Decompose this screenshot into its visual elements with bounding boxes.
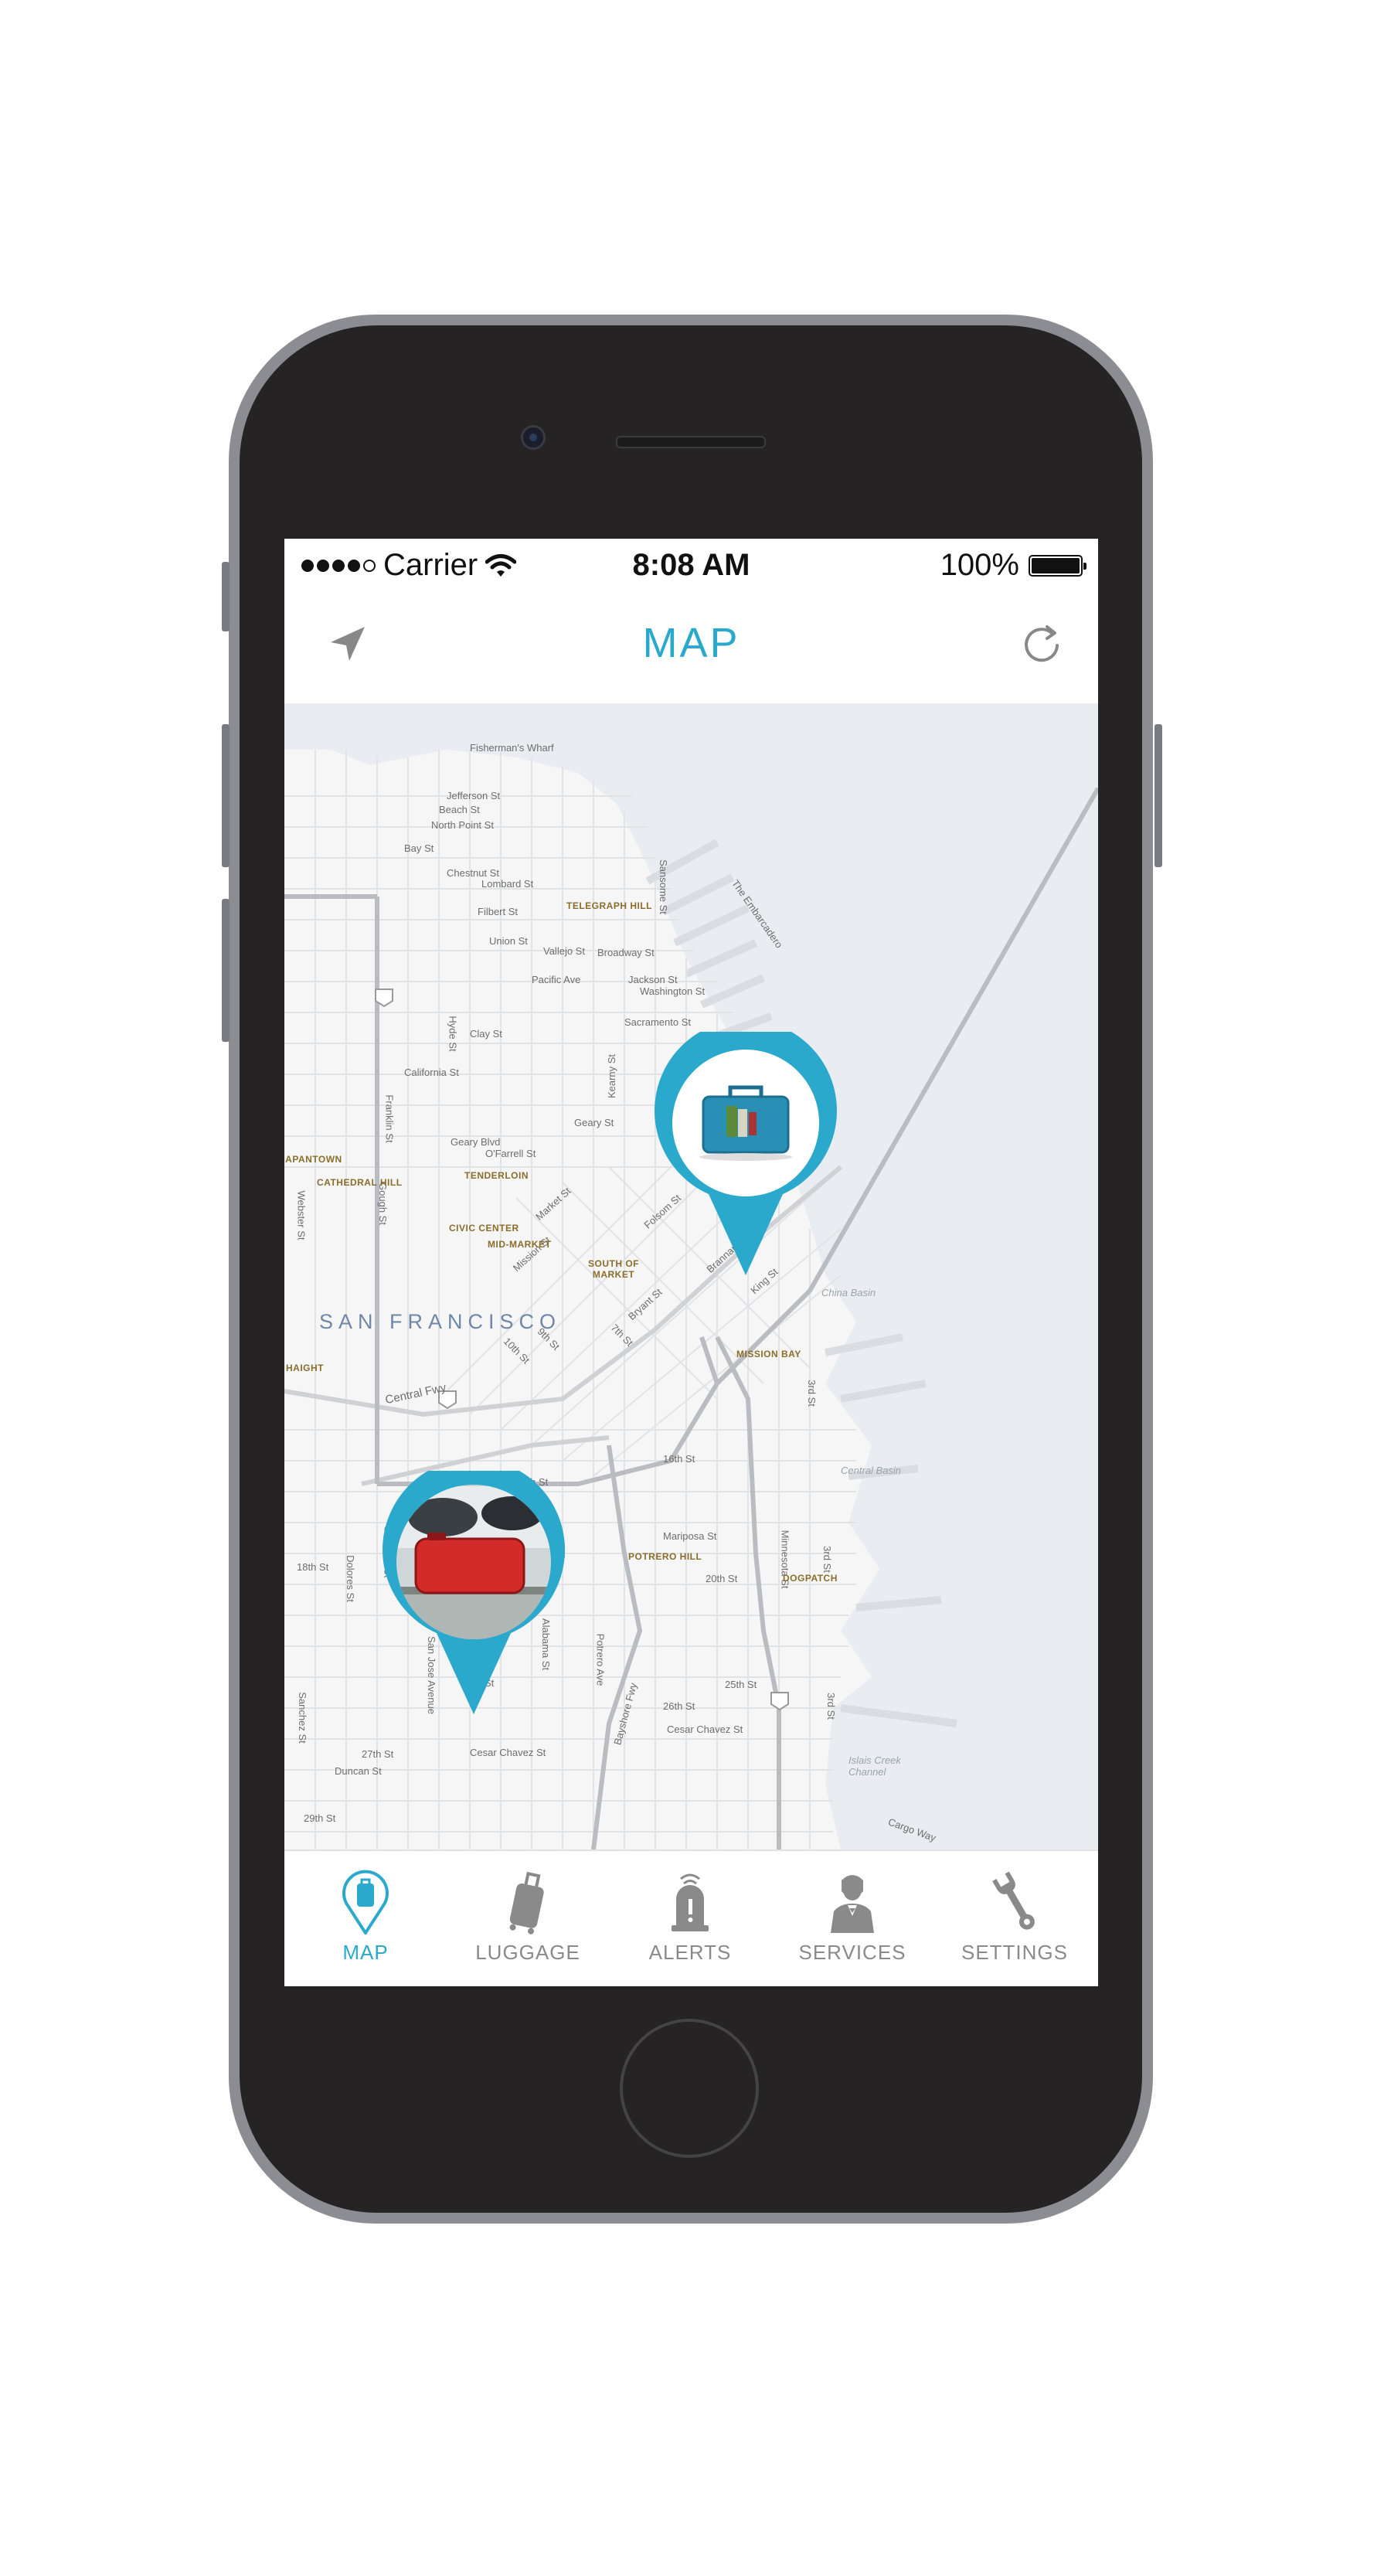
tab-services[interactable]: SERVICES (771, 1851, 933, 1986)
volume-down-button (222, 899, 230, 1042)
map-street-label: Central Basin (841, 1465, 902, 1476)
app-screen: Carrier 8:08 AM 100% MAP Fisherman's Wha… (284, 539, 1098, 1986)
map-district-label: SOUTH OF MARKET (588, 1258, 639, 1280)
map-district-label: JAPANTOWN (284, 1154, 342, 1165)
luggage-pin-red-suitcase[interactable] (381, 1471, 566, 1714)
map-street-label: Webster St (295, 1190, 308, 1240)
map-street-label: 26th St (663, 1700, 695, 1712)
map-street-label: 16th St (663, 1453, 695, 1465)
map-pin-luggage-icon (342, 1870, 389, 1935)
map-street-label: 20th St (706, 1573, 738, 1584)
luggage-pin-blue-suitcase[interactable] (653, 1032, 838, 1275)
map-street-label: Vallejo St (543, 945, 585, 957)
map-street-label: Sansome St (657, 859, 669, 914)
refresh-icon[interactable] (1018, 619, 1067, 669)
map-street-label: Geary St (574, 1117, 614, 1128)
tab-label: LUGGAGE (475, 1941, 580, 1964)
map-district-label: TELEGRAPH HILL (566, 900, 652, 911)
tab-luggage[interactable]: LUGGAGE (447, 1851, 609, 1986)
alert-bell-icon (672, 1873, 709, 1931)
map-street-label: 25th St (725, 1679, 757, 1690)
map-street-label: California St (404, 1067, 459, 1078)
power-button (1154, 724, 1162, 867)
tab-alerts[interactable]: ALERTS (609, 1851, 771, 1986)
luggage-icon (509, 1871, 544, 1935)
map-street-label: 3rd St (825, 1693, 837, 1720)
battery-icon (1029, 554, 1086, 577)
map-street-label: China Basin (821, 1287, 876, 1298)
tab-label: SERVICES (798, 1941, 906, 1964)
map-city-label: SAN FRANCISCO (319, 1310, 562, 1333)
volume-up-button (222, 724, 230, 867)
tab-settings[interactable]: SETTINGS (933, 1851, 1096, 1986)
map-street-label: Lombard St (481, 878, 534, 890)
wrench-icon (992, 1871, 1035, 1930)
map-street-label: 3rd St (821, 1546, 833, 1573)
navigation-bar: MAP (284, 588, 1098, 705)
map-street-label: Geary Blvd (451, 1136, 501, 1148)
status-right: 100% (940, 548, 1086, 583)
map-street-label: O'Farrell St (485, 1148, 536, 1159)
map-district-label: MISSION BAY (736, 1349, 801, 1359)
map-street-label: Sanchez St (296, 1692, 308, 1744)
map-street-label: Filbert St (478, 906, 519, 917)
mute-switch (222, 562, 230, 631)
map-street-label: Dolores St (344, 1555, 356, 1602)
map-street-label: Washington St (640, 985, 706, 997)
home-button[interactable] (620, 2019, 759, 2158)
map-street-label: Jackson St (628, 974, 678, 985)
map-street-label: Jefferson St (447, 790, 501, 801)
map-street-label: 3rd St (805, 1380, 818, 1407)
map-street-label: 18th St (297, 1561, 329, 1573)
map-district-label: MID-MARKET (488, 1239, 552, 1250)
tab-bar: MAP LUGGAGE ALERTS SERVICES SETTINGS (284, 1849, 1098, 1986)
map-street-label: Clay St (470, 1028, 502, 1040)
map-street-label: Beach St (439, 804, 480, 815)
map-street-label: Fisherman's Wharf (470, 742, 554, 754)
map-street-label: Mariposa St (663, 1530, 717, 1542)
tab-label: MAP (342, 1941, 389, 1964)
earpiece-speaker (616, 436, 766, 448)
map-street-label: 29th St (304, 1812, 336, 1824)
map-street-label: Kearny St (606, 1053, 618, 1099)
map-street-label: Union St (489, 935, 528, 947)
map-view[interactable]: Fisherman's Wharf Jefferson St Beach St … (284, 703, 1098, 1849)
map-district-label: CATHEDRAL HILL (317, 1177, 403, 1188)
status-bar: Carrier 8:08 AM 100% (284, 539, 1098, 588)
battery-percent: 100% (940, 548, 1019, 582)
page-title: MAP (642, 620, 740, 666)
map-street-label: Franklin St (383, 1094, 396, 1143)
map-street-label: Bay St (404, 842, 434, 854)
map-street-label: Potrero Ave (594, 1633, 607, 1686)
map-street-label: Islais Creek Channel (848, 1754, 901, 1778)
tab-map[interactable]: MAP (284, 1851, 447, 1986)
map-street-label: Gough St (376, 1183, 389, 1225)
map-street-label: North Point St (431, 819, 494, 831)
map-street-label: Chestnut St (447, 867, 499, 879)
tab-label: ALERTS (648, 1941, 732, 1964)
map-district-label: CIVIC CENTER (449, 1223, 519, 1234)
map-street-label: Broadway St (597, 947, 655, 958)
map-street-label: Duncan St (335, 1765, 382, 1777)
map-street-label: Cesar Chavez St (470, 1747, 546, 1758)
map-street-label: Sacramento St (624, 1016, 691, 1028)
map-district-label: HAIGHT (286, 1363, 324, 1373)
map-district-label: DOGPATCH (783, 1573, 838, 1584)
tab-label: SETTINGS (961, 1941, 1068, 1964)
concierge-icon (831, 1875, 874, 1933)
map-street-label: 27th St (362, 1748, 394, 1760)
map-street-label: Cesar Chavez St (667, 1724, 743, 1735)
map-street-label: Pacific Ave (532, 974, 581, 985)
map-street-label: Hyde St (447, 1016, 459, 1052)
map-district-label: TENDERLOIN (464, 1170, 529, 1181)
front-camera (521, 425, 546, 450)
map-district-label: POTRERO HILL (628, 1551, 702, 1562)
